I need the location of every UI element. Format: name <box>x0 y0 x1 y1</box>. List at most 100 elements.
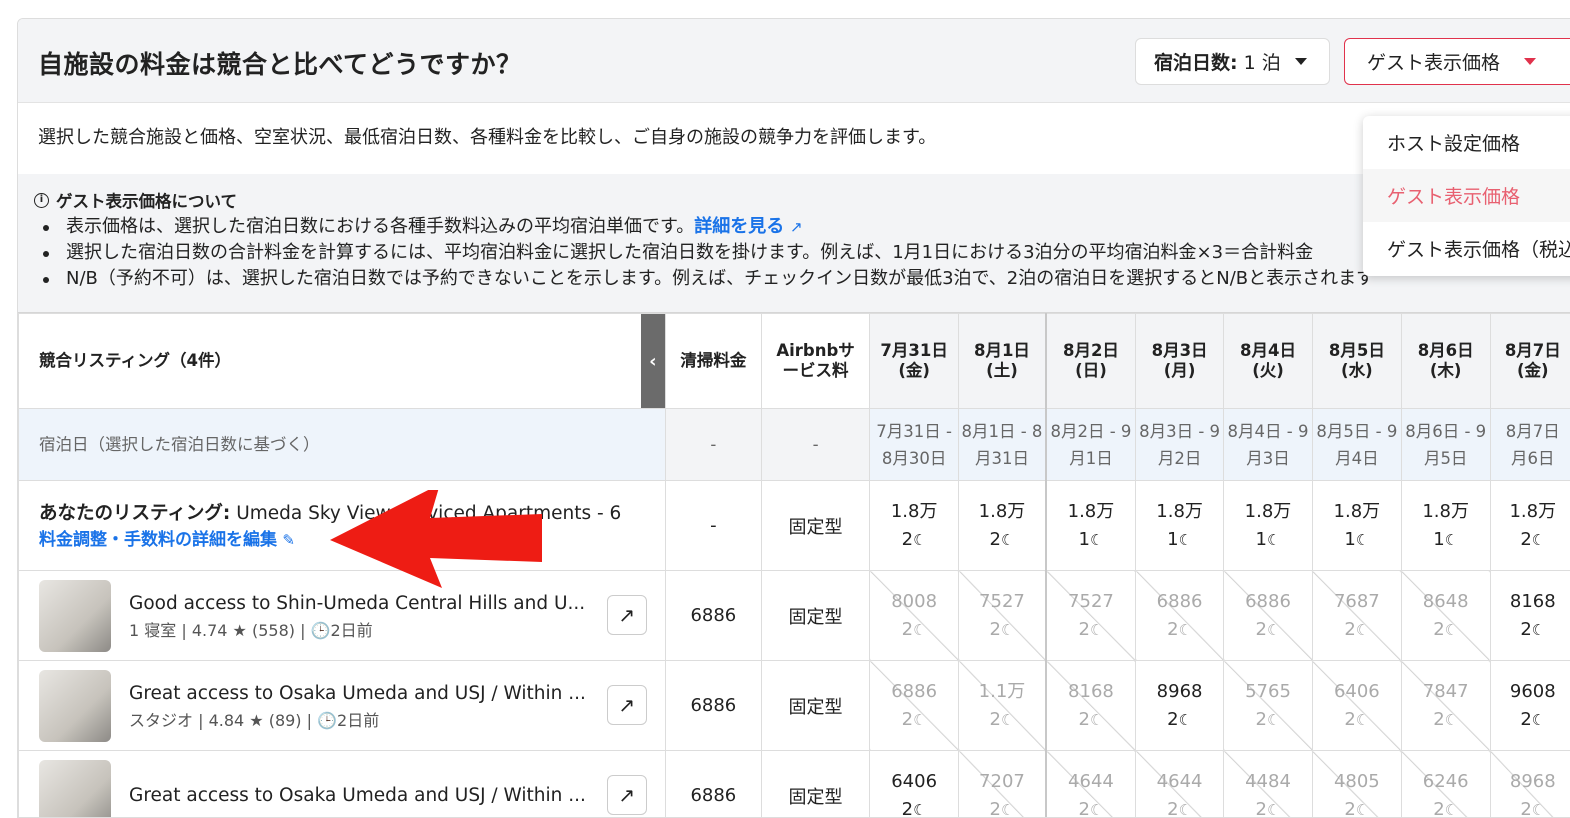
my-price-cell: 1.8万2☾ <box>1490 481 1570 571</box>
airbnb-fee: 固定型 <box>761 751 869 818</box>
price-cell: 81682☾ <box>1490 571 1570 661</box>
cleaning-fee: 6886 <box>665 661 761 751</box>
listing-name[interactable]: Good access to Shin-Umeda Central Hills … <box>129 591 585 617</box>
panel-header: 自施設の料金は競合と比べてどうですか？ 宿泊日数: 1 泊 ゲスト表示価格 <box>18 19 1570 103</box>
external-link-icon: ↗ <box>618 783 635 807</box>
moon-icon: ☾ <box>1001 801 1014 818</box>
price-cell: 89682☾ <box>1136 661 1224 751</box>
moon-icon: ☾ <box>1532 531 1545 549</box>
price-cell: 62462☾ <box>1401 751 1490 818</box>
moon-icon: ☾ <box>1267 711 1280 729</box>
my-price-cell: 1.8万1☾ <box>1401 481 1490 571</box>
external-link-icon: ↗ <box>618 693 635 717</box>
price-cell: 75272☾ <box>1046 571 1136 661</box>
moon-icon: ☾ <box>1090 531 1103 549</box>
nights-label: 宿泊日数: <box>1154 48 1238 75</box>
moon-icon: ☾ <box>1445 801 1458 818</box>
stay-dates-label: 宿泊日（選択した宿泊日数に基づく） <box>19 409 666 481</box>
open-listing-button[interactable]: ↗ <box>607 685 647 725</box>
price-cell: 68862☾ <box>870 661 959 751</box>
price-type-dropdown[interactable]: ゲスト表示価格 <box>1344 38 1570 85</box>
details-link[interactable]: 詳細を見る <box>694 216 784 237</box>
stay-range: 8月1日 - 8月31日 <box>959 409 1046 481</box>
competitor-panel: 自施設の料金は競合と比べてどうですか？ 宿泊日数: 1 泊 ゲスト表示価格 選択… <box>17 18 1570 818</box>
open-listing-button[interactable]: ↗ <box>607 595 647 635</box>
edit-fees-link[interactable]: 料金調整・手数料の詳細を編集 <box>39 530 277 550</box>
price-cell: 78472☾ <box>1401 661 1490 751</box>
table-row: Good access to Shin-Umeda Central Hills … <box>19 571 1570 661</box>
price-cell: 80082☾ <box>870 571 959 661</box>
moon-icon: ☾ <box>1445 711 1458 729</box>
moon-icon: ☾ <box>1445 621 1458 639</box>
cleaning-fee: 6886 <box>665 571 761 661</box>
listing-name[interactable]: Great access to Osaka Umeda and USJ / Wi… <box>129 783 586 809</box>
moon-icon: ☾ <box>913 621 926 639</box>
moon-icon: ☾ <box>1356 531 1369 549</box>
menu-item[interactable]: ゲスト表示価格（税込） <box>1363 222 1570 275</box>
price-cell: 1.1万2☾ <box>959 661 1046 751</box>
date-header: 8月4日(火) <box>1224 314 1313 409</box>
date-header: 8月5日(水) <box>1312 314 1401 409</box>
stay-cleaning: - <box>665 409 761 481</box>
nights-dropdown[interactable]: 宿泊日数: 1 泊 <box>1135 38 1330 85</box>
price-cell: 76872☾ <box>1312 571 1401 661</box>
caret-down-icon <box>1524 58 1536 65</box>
price-cell: 86482☾ <box>1401 571 1490 661</box>
collapse-column-button[interactable]: ‹ <box>641 314 665 409</box>
moon-icon: ☾ <box>1179 711 1192 729</box>
comparison-table: 競合リスティング（4件） ‹ 清掃料金 Airbnbサービス料 7月31日(金)… <box>18 313 1570 818</box>
stay-range: 8月2日 - 9月1日 <box>1046 409 1136 481</box>
stay-range: 8月5日 - 9月4日 <box>1312 409 1401 481</box>
price-cell: 64062☾ <box>1312 661 1401 751</box>
my-price-cell: 1.8万1☾ <box>1136 481 1224 571</box>
moon-icon: ☾ <box>1001 711 1014 729</box>
edit-icon: ✎ <box>282 528 295 552</box>
moon-icon: ☾ <box>1179 801 1192 818</box>
moon-icon: ☾ <box>1356 711 1369 729</box>
price-cell: 81682☾ <box>1046 661 1136 751</box>
moon-icon: ☾ <box>1267 801 1280 818</box>
my-listing-label: あなたのリスティング: <box>39 503 230 524</box>
note-item: 選択した宿泊日数の合計料金を計算するには、平均宿泊料金に選択した宿泊日数を掛けま… <box>34 240 1570 266</box>
price-cell: 46442☾ <box>1046 751 1136 818</box>
listing-cell: Great access to Osaka Umeda and USJ / Wi… <box>19 661 666 751</box>
listing-thumbnail[interactable] <box>39 670 111 742</box>
external-link-icon: ↗ <box>618 603 635 627</box>
moon-icon: ☾ <box>1267 531 1280 549</box>
price-cell: 64062☾ <box>870 751 959 818</box>
stay-range: 7月31日 -8月30日 <box>870 409 959 481</box>
nights-value: 1 泊 <box>1244 48 1281 75</box>
moon-icon: ☾ <box>1090 711 1103 729</box>
airbnb-fee: 固定型 <box>761 661 869 751</box>
my-price-cell: 1.8万1☾ <box>1046 481 1136 571</box>
price-type-value: ゲスト表示価格 <box>1367 48 1500 75</box>
note-item: 表示価格は、選択した宿泊日数における各種手数料込みの平均宿泊単価です。詳細を見る… <box>34 214 1570 240</box>
moon-icon: ☾ <box>1179 621 1192 639</box>
listing-meta: スタジオ | 4.84 ★ (89) | 🕒2日前 <box>129 707 586 731</box>
stay-range: 8月6日 - 9月5日 <box>1401 409 1490 481</box>
note-title: ゲスト表示価格について <box>56 188 237 212</box>
external-link-icon: ↗ <box>790 214 803 240</box>
red-arrow-annotation <box>330 490 545 590</box>
listing-thumbnail[interactable] <box>39 580 111 652</box>
price-cell: 89682☾ <box>1490 751 1570 818</box>
stay-range: 8月3日 - 9月2日 <box>1136 409 1224 481</box>
menu-item[interactable]: ゲスト表示価格 <box>1363 169 1570 222</box>
date-header: 8月6日(木) <box>1401 314 1490 409</box>
my-price-cell: 1.8万2☾ <box>959 481 1046 571</box>
price-cell: 57652☾ <box>1224 661 1313 751</box>
my-cleaning: - <box>665 481 761 571</box>
moon-icon: ☾ <box>1090 801 1103 818</box>
price-cell: 72072☾ <box>959 751 1046 818</box>
my-price-cell: 1.8万2☾ <box>870 481 959 571</box>
listing-name[interactable]: Great access to Osaka Umeda and USJ / Wi… <box>129 681 586 707</box>
listing-thumbnail[interactable] <box>39 760 111 818</box>
moon-icon: ☾ <box>1356 801 1369 818</box>
table-row: Great access to Osaka Umeda and USJ / Wi… <box>19 751 1570 818</box>
open-listing-button[interactable]: ↗ <box>607 775 647 815</box>
cleaning-fee-header: 清掃料金 <box>665 314 761 409</box>
stay-range: 8月7日月6日 <box>1490 409 1570 481</box>
moon-icon: ☾ <box>1532 711 1545 729</box>
moon-icon: ☾ <box>913 531 926 549</box>
menu-item[interactable]: ホスト設定価格 <box>1363 116 1570 169</box>
